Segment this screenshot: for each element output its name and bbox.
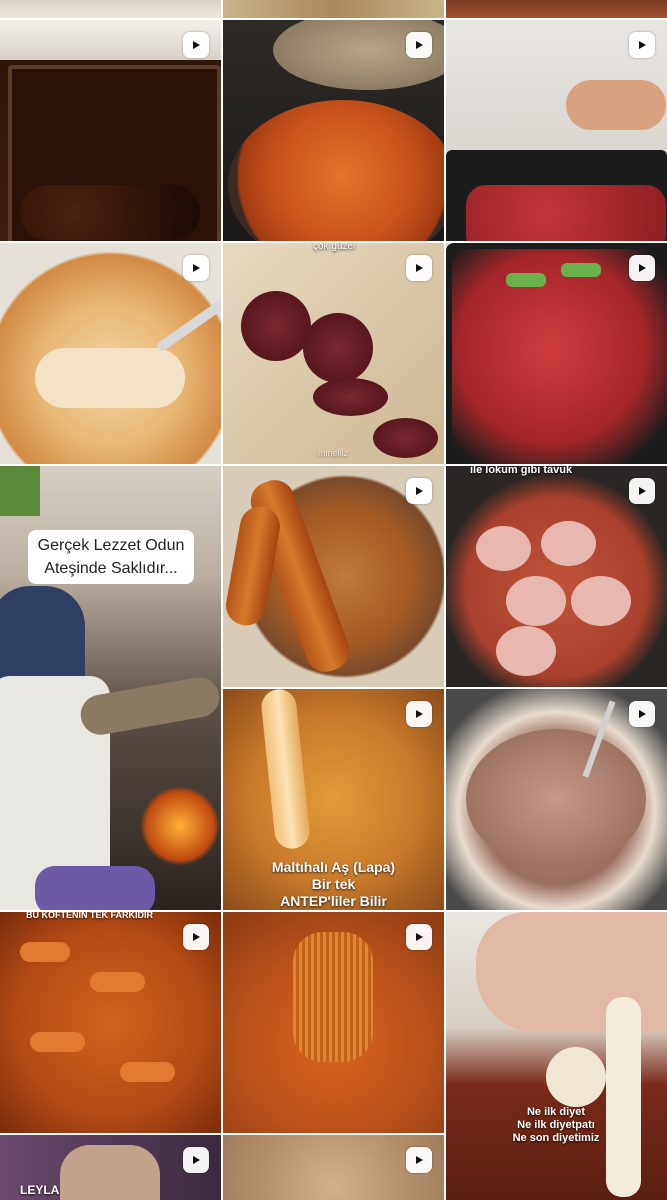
reels-grid: çok güzel minelilz Gerçek Lezzet Odun At… [0, 0, 667, 1200]
reel-icon [183, 32, 209, 58]
grid-tile-mixed[interactable] [223, 1135, 444, 1200]
reel-icon [629, 32, 655, 58]
reel-icon [406, 478, 432, 504]
reel-icon [629, 255, 655, 281]
reel-icon [406, 701, 432, 727]
reel-icon [629, 478, 655, 504]
caption-text: çok güzel [313, 243, 356, 252]
grid-tile-spaghetti[interactable] [223, 912, 444, 1133]
caption-line-1: Gerçek Lezzet Odun [37, 537, 185, 554]
grid-tile-molasses-tray[interactable] [0, 20, 221, 241]
reel-icon [406, 255, 432, 281]
reel-icon [183, 255, 209, 281]
caption-line-3: Ne son diyetimiz [512, 1132, 600, 1144]
grid-tile-yogurt-soup[interactable] [0, 243, 221, 464]
reel-icon [629, 701, 655, 727]
grid-tile-meat-tray-top[interactable] [446, 20, 667, 241]
grid-tile-pulled-meat[interactable] [446, 689, 667, 910]
grid-tile-lapa[interactable]: Maltıhalı Aş (Lapa) Bir tek ANTEP'liler … [223, 689, 444, 910]
reel-icon [406, 1147, 432, 1173]
grid-tile-chicken[interactable]: ile lokum gibi tavuk [446, 466, 667, 687]
caption-block: Maltıhalı Aş (Lapa) Bir tek ANTEP'liler … [223, 859, 444, 910]
watermark-text: minelilz [318, 448, 349, 458]
grid-tile-sucuk[interactable]: çok güzel minelilz [223, 243, 444, 464]
caption-line-2: Bir tek [311, 876, 356, 892]
grid-tile[interactable] [446, 0, 667, 18]
grid-tile[interactable] [223, 0, 444, 18]
reel-icon [406, 32, 432, 58]
reel-icon [183, 1147, 209, 1173]
caption-text: LEYLA [20, 1183, 60, 1197]
reel-icon [406, 924, 432, 950]
grid-tile-wood-fire[interactable]: Gerçek Lezzet Odun Ateşinde Saklıdır... [0, 466, 221, 910]
grid-tile-meat-tray[interactable] [446, 243, 667, 464]
caption-line-2: Ne ilk diyetpatı [517, 1119, 595, 1131]
grid-tile-leyla[interactable]: LEYLA [0, 1135, 221, 1200]
grid-tile[interactable] [0, 0, 221, 18]
grid-tile-bean-stew[interactable] [223, 20, 444, 241]
caption-text: ile lokum gibi tavuk [470, 466, 573, 476]
grid-tile-diet[interactable]: Ne ilk diyet Ne ilk diyetpatı Ne son diy… [446, 912, 667, 1200]
caption-box: Gerçek Lezzet Odun Ateşinde Saklıdır... [28, 530, 194, 584]
grid-tile-kofte[interactable]: BU KÖFTENİN TEK FARKIDIR [0, 912, 221, 1133]
grid-tile-kebab[interactable] [223, 466, 444, 687]
reel-icon [183, 924, 209, 950]
caption-line-3: ANTEP'liler Bilir [280, 893, 387, 909]
caption-block: Ne ilk diyet Ne ilk diyetpatı Ne son diy… [496, 1106, 616, 1145]
caption-line-2: Ateşinde Saklıdır... [44, 560, 178, 577]
caption-line-1: Ne ilk diyet [526, 1106, 586, 1118]
caption-text: BU KÖFTENİN TEK FARKIDIR [26, 912, 153, 920]
caption-line-1: Maltıhalı Aş (Lapa) [271, 859, 396, 875]
